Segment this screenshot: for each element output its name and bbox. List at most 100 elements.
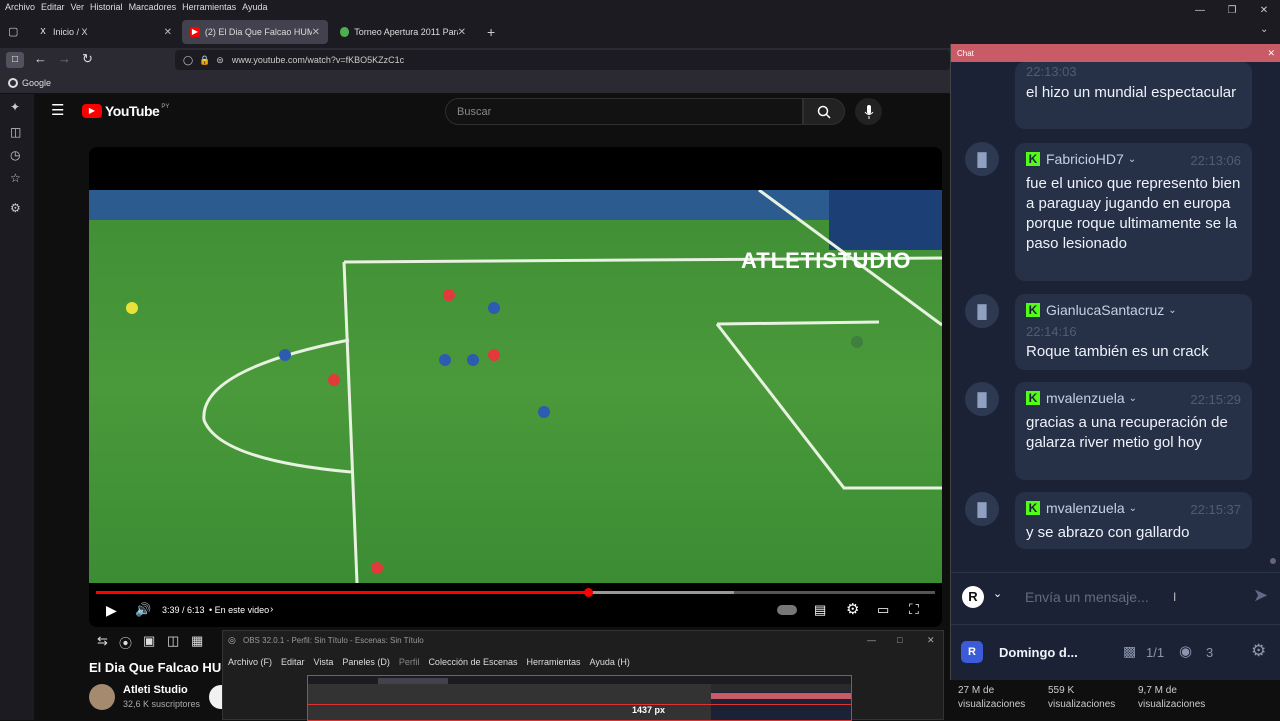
video-frame[interactable]: ATLETISTUDIO bbox=[89, 190, 942, 583]
stat-label: visualizaciones bbox=[1138, 699, 1206, 710]
scrubber-handle[interactable] bbox=[584, 588, 594, 597]
hamburger-menu-icon[interactable]: ☰ bbox=[51, 101, 64, 119]
tab-torneo[interactable]: Torneo Apertura 2011 Paraguay ✕ bbox=[332, 20, 474, 44]
obs-menu-paneles[interactable]: Paneles (D) bbox=[342, 657, 390, 667]
menu-ver[interactable]: Ver bbox=[71, 2, 85, 12]
back-icon[interactable]: ← bbox=[34, 51, 47, 66]
username[interactable]: GianlucaSantacruz bbox=[1046, 302, 1164, 318]
ai-chat-icon[interactable]: ✦ bbox=[10, 100, 20, 114]
user-avatar[interactable]: █ bbox=[965, 492, 999, 526]
new-tab-icon[interactable]: + bbox=[487, 24, 495, 40]
user-avatar[interactable]: █ bbox=[965, 382, 999, 416]
obs-menu-coleccion[interactable]: Colección de Escenas bbox=[428, 657, 517, 667]
obs-dock-icons: ⇆ ⦿ ▣ ◫ ▦ bbox=[89, 630, 229, 654]
channel-avatar[interactable]: R bbox=[961, 641, 983, 663]
stat-value: 9,7 M de bbox=[1138, 685, 1177, 696]
close-icon[interactable]: ✕ bbox=[927, 635, 935, 646]
voice-search-button[interactable] bbox=[855, 98, 882, 125]
obs-menu-archivo[interactable]: Archivo (F) bbox=[228, 657, 272, 667]
image-icon[interactable]: ▦ bbox=[191, 633, 203, 649]
close-tab-icon[interactable]: ✕ bbox=[312, 27, 320, 38]
youtube-logo[interactable]: ▶ YouTube PY bbox=[82, 103, 169, 119]
autoplay-toggle[interactable] bbox=[777, 605, 797, 615]
menu-ayuda[interactable]: Ayuda bbox=[242, 2, 267, 12]
scroll-indicator[interactable] bbox=[1270, 558, 1276, 564]
subtitles-icon[interactable]: ▤ bbox=[814, 602, 826, 618]
user-avatar[interactable]: █ bbox=[965, 294, 999, 328]
identity-avatar[interactable]: R bbox=[962, 586, 984, 608]
kick-logo-icon: K bbox=[1026, 501, 1040, 515]
url-bar[interactable]: ◯ 🔒 ⊜ www.youtube.com/watch?v=fKBO5KZzC1… bbox=[175, 50, 950, 70]
bookmarks-icon[interactable]: ☆ bbox=[10, 171, 21, 185]
message-user[interactable]: Kmvalenzuela ⌄ bbox=[1026, 390, 1137, 406]
chevron-right-icon[interactable]: › bbox=[270, 604, 273, 615]
channel-avatar[interactable] bbox=[89, 684, 115, 710]
user-avatar[interactable]: █ bbox=[965, 142, 999, 176]
chevron-down-icon[interactable]: ⌄ bbox=[1129, 503, 1137, 514]
menu-herramientas[interactable]: Herramientas bbox=[182, 2, 236, 12]
chevron-down-icon[interactable]: ⌄ bbox=[993, 587, 1002, 600]
menu-marcadores[interactable]: Marcadores bbox=[129, 2, 177, 12]
message-user[interactable]: K FabricioHD7 ⌄ bbox=[1026, 151, 1136, 167]
lock-icon[interactable]: 🔒 bbox=[199, 55, 210, 66]
channel-name[interactable]: Domingo d... bbox=[999, 645, 1078, 660]
username[interactable]: mvalenzuela bbox=[1046, 390, 1125, 406]
message-input[interactable]: Envía un mensaje... bbox=[1025, 589, 1149, 605]
theater-mode-icon[interactable]: ▭ bbox=[877, 602, 889, 618]
tab-youtube[interactable]: ▶ (2) El Dia Que Falcao HUMILLO ✕ bbox=[182, 20, 328, 44]
volume-icon[interactable]: 🔊 bbox=[135, 602, 151, 618]
reload-icon[interactable]: ↻ bbox=[82, 51, 93, 67]
send-icon[interactable]: ➤ bbox=[1253, 585, 1268, 606]
chevron-down-icon[interactable]: ⌄ bbox=[1168, 305, 1176, 316]
close-icon[interactable]: ✕ bbox=[1267, 48, 1275, 59]
message-user[interactable]: Kmvalenzuela ⌄ bbox=[1026, 500, 1137, 516]
progress-track[interactable] bbox=[96, 588, 935, 597]
obs-menu-editar[interactable]: Editar bbox=[281, 657, 305, 667]
obs-menu-perfil[interactable]: Perfil bbox=[399, 657, 420, 667]
message-user[interactable]: K GianlucaSantacruz ⌄ bbox=[1026, 302, 1177, 318]
close-tab-icon[interactable]: ✕ bbox=[458, 27, 466, 38]
repeat-icon[interactable]: ⇆ bbox=[97, 633, 108, 649]
camera-toggle-icon[interactable]: ▩ bbox=[1123, 643, 1136, 660]
obs-menu-ayuda[interactable]: Ayuda (H) bbox=[590, 657, 630, 667]
username[interactable]: FabricioHD7 bbox=[1046, 151, 1124, 167]
obs-menu-vista[interactable]: Vista bbox=[314, 657, 334, 667]
fullscreen-icon[interactable]: ⛶ bbox=[909, 601, 919, 618]
search-button[interactable] bbox=[803, 98, 845, 125]
search-input[interactable]: Buscar bbox=[445, 98, 803, 125]
tab-overview-icon[interactable]: ▢ bbox=[8, 25, 18, 38]
obs-preview-canvas[interactable]: 1437 px bbox=[307, 675, 852, 721]
chapter-label[interactable]: • En este video bbox=[209, 605, 269, 615]
settings-gear-icon[interactable]: ⚙ bbox=[846, 600, 859, 618]
globe-icon bbox=[340, 27, 350, 37]
forward-icon[interactable]: → bbox=[58, 51, 71, 66]
settings-gear-icon[interactable]: ⚙ bbox=[10, 201, 21, 215]
username[interactable]: mvalenzuela bbox=[1046, 500, 1125, 516]
chevron-down-icon[interactable]: ⌄ bbox=[1129, 393, 1137, 404]
tab-x[interactable]: X Inicio / X ✕ bbox=[30, 20, 180, 44]
tab-list-chevron-icon[interactable]: ⌄ bbox=[1260, 24, 1268, 35]
bookmark-google[interactable]: Google bbox=[22, 78, 51, 88]
url-text[interactable]: www.youtube.com/watch?v=fKBO5KZzC1c bbox=[232, 55, 404, 65]
play-icon[interactable]: ▶ bbox=[106, 602, 117, 619]
obs-menu-herramientas[interactable]: Herramientas bbox=[527, 657, 581, 667]
minimize-icon[interactable]: — bbox=[867, 635, 876, 645]
permissions-icon[interactable]: ⊜ bbox=[216, 55, 224, 66]
chevron-down-icon[interactable]: ⌄ bbox=[1128, 154, 1136, 165]
camera-icon[interactable]: ▣ bbox=[143, 633, 155, 649]
sidebar-toggle-icon[interactable]: □ bbox=[6, 52, 24, 68]
settings-gear-icon[interactable]: ⚙ bbox=[1251, 641, 1266, 661]
broadcast-icon[interactable]: ⦿ bbox=[119, 633, 132, 652]
menu-historial[interactable]: Historial bbox=[90, 2, 123, 12]
menu-archivo[interactable]: Archivo bbox=[5, 2, 35, 12]
kick-logo-icon: K bbox=[1026, 391, 1040, 405]
close-tab-icon[interactable]: ✕ bbox=[164, 27, 172, 38]
shield-icon[interactable]: ◯ bbox=[183, 55, 193, 66]
synced-tabs-icon[interactable]: ◫ bbox=[10, 125, 21, 139]
history-icon[interactable]: ◷ bbox=[10, 148, 20, 162]
clapper-icon[interactable]: ◫ bbox=[167, 633, 179, 649]
menu-editar[interactable]: Editar bbox=[41, 2, 65, 12]
channel-name[interactable]: Atleti Studio bbox=[123, 684, 188, 696]
video-player[interactable]: ATLETISTUDIO ▶ 🔊 3:39 / 6:13 • En este v… bbox=[89, 147, 942, 627]
maximize-icon[interactable]: □ bbox=[897, 635, 902, 645]
